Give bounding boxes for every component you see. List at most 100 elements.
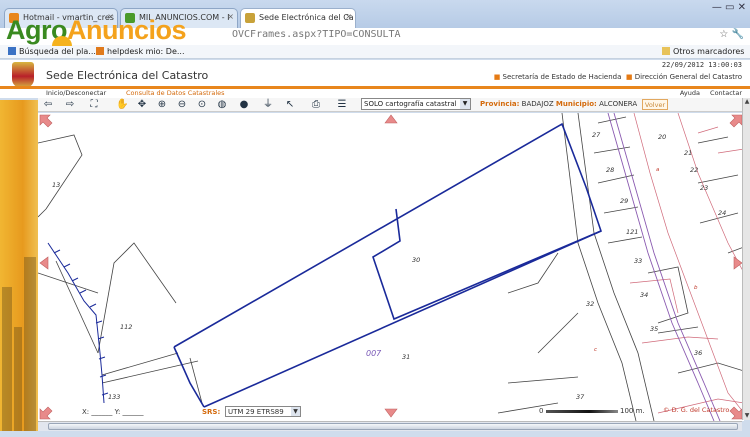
- map-svg: 13 112 133 30 31 32 37 27 28 29 121 33 3…: [38, 113, 744, 421]
- print-icon[interactable]: ⎙: [310, 99, 322, 111]
- site-icon: [245, 13, 255, 23]
- selected-parcel-lower-edge[interactable]: [203, 230, 602, 408]
- bookmark-label: Otros marcadores: [673, 47, 745, 56]
- back-arrow-icon[interactable]: ⇦: [42, 99, 54, 111]
- parcel-label: 34: [640, 291, 648, 299]
- bookmark-label: helpdesk mio: De...: [107, 47, 185, 56]
- cadastral-map[interactable]: 13 112 133 30 31 32 37 27 28 29 121 33 3…: [38, 113, 744, 421]
- chevron-down-icon: ▼: [291, 407, 300, 416]
- hand-pan-icon[interactable]: ✋: [116, 99, 128, 111]
- header-links: ■ Secretaría de Estado de Hacienda ■ Dir…: [493, 73, 742, 81]
- small-label: b: [694, 285, 698, 291]
- bookmark-other[interactable]: Otros marcadores: [662, 47, 744, 56]
- scroll-down-icon[interactable]: ▼: [743, 412, 750, 420]
- srs-select[interactable]: UTM 29 ETRS89 ▼: [225, 406, 301, 417]
- page-icon: [8, 47, 16, 55]
- globe-icon[interactable]: ●: [238, 99, 250, 111]
- parcel-label: 35: [650, 325, 658, 333]
- parcel-label: 133: [108, 393, 120, 401]
- parcel-label: 24: [718, 209, 726, 217]
- close-icon[interactable]: ×: [227, 12, 234, 21]
- window-controls[interactable]: — ▭ ✕: [712, 2, 746, 13]
- coat-of-arms-icon: [12, 62, 34, 88]
- stream-line: [47, 242, 109, 404]
- zoom-extent-icon[interactable]: ◍: [216, 99, 228, 111]
- parcel-boundaries: [38, 113, 744, 421]
- parcel-label: 27: [592, 131, 601, 139]
- binoculars-icon[interactable]: ⛶: [88, 99, 100, 111]
- horizontal-scrollbar[interactable]: [38, 421, 742, 431]
- internal-boundaries: [629, 113, 744, 414]
- parcel-label: 36: [694, 349, 702, 357]
- screen: Hotmail - vmartin_cres × MIL ANUNCIOS.CO…: [0, 0, 750, 437]
- zoom-in-icon[interactable]: ⊕: [156, 99, 168, 111]
- small-label: a: [656, 167, 660, 173]
- pan-nw-icon[interactable]: [39, 114, 53, 128]
- parcel-label: 20: [658, 133, 666, 141]
- bookmarks-bar: Búsqueda del pla... helpdesk mio: De... …: [0, 45, 750, 59]
- location-info: Provincia: BADAJOZ Municipio: ALCONERA: [480, 100, 638, 108]
- parcel-label: 32: [586, 300, 594, 308]
- scale-unit: 100 m.: [620, 407, 645, 415]
- datetime: 22/09/2012 13:00:03: [661, 61, 742, 69]
- window-footer: [0, 431, 750, 437]
- tab-label: Sede Electrónica del Ca: [259, 13, 354, 22]
- site-title: Sede Electrónica del Catastro: [46, 69, 209, 82]
- parcel-label: 29: [620, 197, 628, 205]
- selected-parcel-outline[interactable]: [173, 122, 602, 408]
- cartography-select[interactable]: SOLO cartografía catastral ▼: [361, 98, 471, 110]
- bookmark-busqueda[interactable]: Búsqueda del pla...: [8, 47, 96, 56]
- close-icon[interactable]: ×: [345, 12, 352, 21]
- zoom-out-icon[interactable]: ⊖: [176, 99, 188, 111]
- parcel-label: 112: [120, 323, 132, 331]
- decorative-city-strip: [0, 100, 38, 437]
- bookmark-helpdesk[interactable]: helpdesk mio: De...: [96, 47, 185, 56]
- bookmark-label: Búsqueda del pla...: [19, 47, 96, 56]
- parcel-label: 121: [626, 228, 638, 236]
- pan-n-icon[interactable]: [384, 114, 398, 124]
- scale-bar: [546, 410, 618, 413]
- folder-icon: [662, 47, 670, 55]
- select-pointer-icon[interactable]: ↖: [284, 99, 296, 111]
- link-ayuda[interactable]: Ayuda: [680, 89, 700, 97]
- parcel-label: 28: [606, 166, 614, 174]
- link-secretaria[interactable]: Secretaría de Estado de Hacienda: [503, 73, 622, 81]
- measure-icon[interactable]: ⏚: [262, 99, 274, 111]
- parcel-label: 33: [634, 257, 642, 265]
- coordinate-bar: X: ______ Y: ______ SRS: UTM 29 ETRS89 ▼…: [38, 406, 744, 420]
- agroanuncios-logo: AgroAnuncios: [6, 15, 187, 45]
- pan-ne-icon[interactable]: [729, 114, 743, 128]
- parcel-label: 22: [690, 166, 698, 174]
- tab-catastro[interactable]: Sede Electrónica del Ca ×: [240, 8, 356, 28]
- parcel-label: 30: [412, 256, 420, 264]
- link-direccion[interactable]: Dirección General del Catastro: [635, 73, 742, 81]
- list-icon[interactable]: ☰: [336, 99, 348, 111]
- parcel-label: 21: [684, 149, 692, 157]
- link-consulta[interactable]: Consulta de Datos Catastrales: [126, 89, 225, 97]
- address-input[interactable]: OVCFrames.aspx?TIPO=CONSULTA: [232, 29, 401, 40]
- move-icon[interactable]: ✥: [136, 99, 148, 111]
- page-icon: [96, 47, 104, 55]
- scroll-thumb[interactable]: [48, 423, 738, 430]
- pan-w-icon[interactable]: [39, 256, 49, 270]
- parcel-label: 13: [52, 181, 60, 189]
- srs-label: SRS:: [202, 408, 221, 416]
- xy-readout: X: ______ Y: ______: [82, 408, 144, 416]
- star-wrench-icons[interactable]: ☆ 🔧: [719, 29, 744, 40]
- parcel-label: 23: [700, 184, 708, 192]
- zone-label: 007: [366, 349, 382, 358]
- chevron-down-icon: ▼: [460, 99, 470, 109]
- scale-zero: 0: [539, 407, 544, 415]
- vertical-scrollbar[interactable]: ▲ ▼: [742, 98, 750, 420]
- sub-navigation: Inicio/Desconectar Consulta de Datos Cat…: [0, 89, 750, 98]
- map-toolbar: ⇦ ⇨ ⛶ ✋ ✥ ⊕ ⊖ ⊙ ◍ ● ⏚ ↖ ⎙ ☰ SOLO cartogr…: [38, 98, 750, 112]
- copyright: © D. G. del Catastro: [663, 406, 730, 414]
- volver-button[interactable]: Volver: [642, 99, 668, 110]
- forward-arrow-icon[interactable]: ⇨: [64, 99, 76, 111]
- parcel-label: 31: [402, 353, 410, 361]
- zoom-box-icon[interactable]: ⊙: [196, 99, 208, 111]
- link-contactar[interactable]: Contactar: [710, 89, 742, 97]
- site-header: Sede Electrónica del Catastro 22/09/2012…: [0, 60, 750, 88]
- scroll-up-icon[interactable]: ▲: [743, 98, 750, 106]
- link-inicio[interactable]: Inicio/Desconectar: [46, 89, 106, 97]
